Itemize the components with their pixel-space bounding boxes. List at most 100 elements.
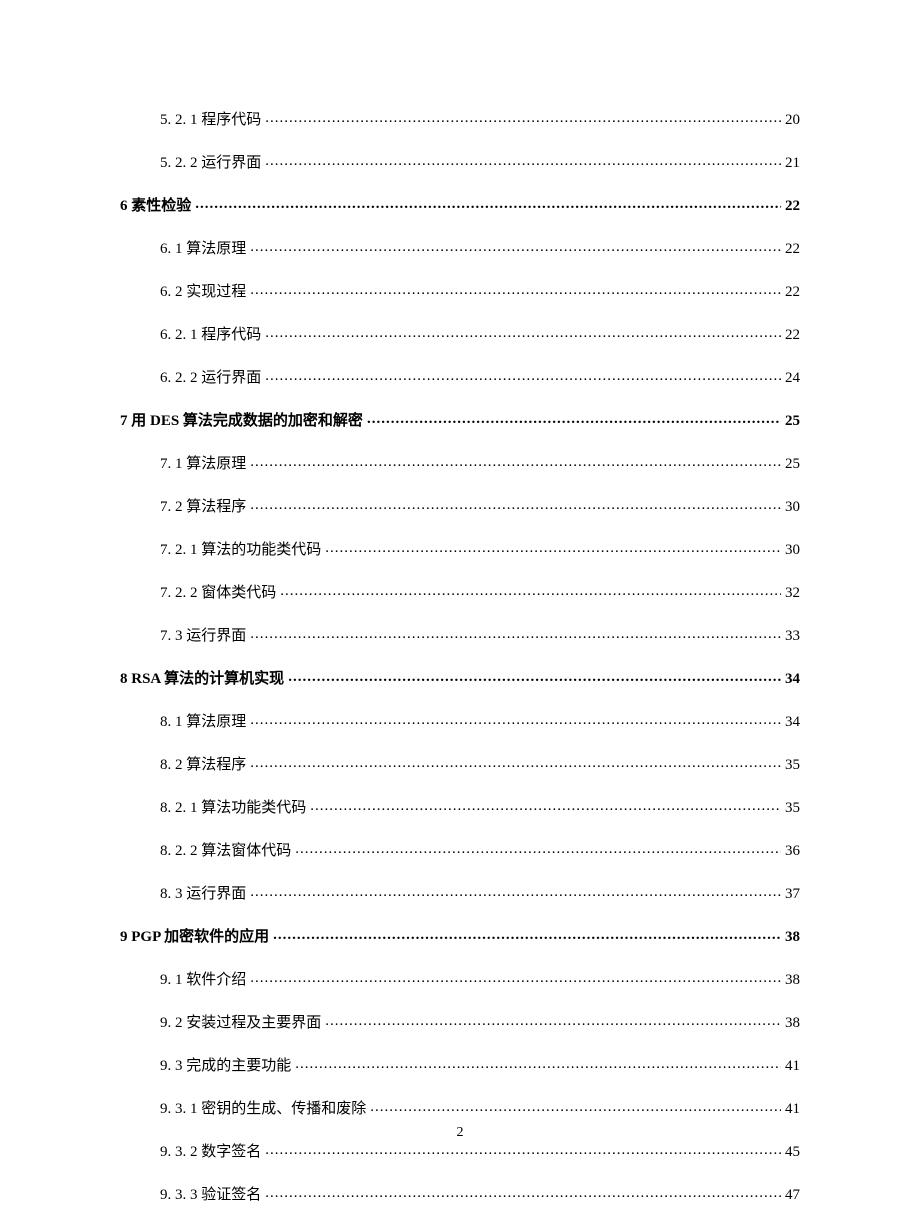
- toc-leader-dots: [265, 151, 781, 172]
- toc-entry-title: 7. 2. 2 窗体类代码: [160, 583, 280, 604]
- toc-entry-page: 34: [781, 669, 800, 690]
- toc-leader-dots: [250, 452, 781, 473]
- toc-leader-dots: [273, 925, 781, 946]
- toc-leader-dots: [280, 581, 781, 602]
- toc-entry: 9. 2 安装过程及主要界面38: [160, 1013, 800, 1034]
- toc-entry-title: 8 RSA 算法的计算机实现: [120, 669, 288, 690]
- toc-leader-dots: [265, 366, 781, 387]
- toc-entry-title: 6. 2. 2 运行界面: [160, 368, 265, 389]
- toc-entry-title: 9. 1 软件介绍: [160, 970, 250, 991]
- toc-entry-title: 9. 3. 1 密钥的生成、传播和废除: [160, 1099, 370, 1120]
- toc-entry-page: 38: [781, 1013, 800, 1034]
- toc-leader-dots: [367, 409, 781, 430]
- toc-entry: 5. 2. 1 程序代码 20: [160, 110, 800, 131]
- toc-leader-dots: [250, 710, 781, 731]
- toc-entry: 9. 1 软件介绍 38: [160, 970, 800, 991]
- toc-entry-page: 45: [781, 1142, 800, 1163]
- toc-leader-dots: [250, 882, 781, 903]
- table-of-contents: 5. 2. 1 程序代码205. 2. 2 运行界面216 素性检验226. 1…: [120, 110, 800, 1206]
- toc-entry-page: 37: [781, 884, 800, 905]
- toc-entry-page: 34: [781, 712, 800, 733]
- toc-leader-dots: [250, 753, 781, 774]
- toc-entry-page: 21: [781, 153, 800, 174]
- toc-entry: 8. 1 算法原理 34: [160, 712, 800, 733]
- toc-entry-title: 7. 3 运行界面: [160, 626, 250, 647]
- toc-entry-page: 22: [781, 196, 800, 217]
- toc-entry-page: 22: [781, 239, 800, 260]
- toc-entry: 7. 2. 1 算法的功能类代码 30: [160, 540, 800, 561]
- toc-leader-dots: [265, 1140, 781, 1161]
- toc-leader-dots: [295, 1054, 781, 1075]
- toc-entry: 7 用 DES 算法完成数据的加密和解密 25: [120, 411, 800, 432]
- toc-entry: 6. 2. 2 运行界面 24: [160, 368, 800, 389]
- toc-entry-title: 7. 1 算法原理: [160, 454, 250, 475]
- toc-entry: 8. 2. 1 算法功能类代码 35: [160, 798, 800, 819]
- toc-leader-dots: [295, 839, 781, 860]
- toc-entry-page: 41: [781, 1099, 800, 1120]
- toc-entry: 9. 3. 2 数字签名 45: [160, 1142, 800, 1163]
- toc-entry: 9. 3 完成的主要功能 41: [160, 1056, 800, 1077]
- toc-entry-title: 6. 2 实现过程: [160, 282, 250, 303]
- toc-entry-title: 8. 3 运行界面: [160, 884, 250, 905]
- toc-entry: 9 PGP 加密软件的应用 38: [120, 927, 800, 948]
- toc-entry: 7. 2. 2 窗体类代码 32: [160, 583, 800, 604]
- toc-entry-page: 22: [781, 282, 800, 303]
- toc-entry-title: 7. 2. 1 算法的功能类代码: [160, 540, 325, 561]
- toc-entry-title: 8. 2 算法程序: [160, 755, 250, 776]
- toc-entry-page: 35: [781, 755, 800, 776]
- toc-entry: 7. 1 算法原理 25: [160, 454, 800, 475]
- toc-entry-title: 6. 1 算法原理: [160, 239, 250, 260]
- toc-leader-dots: [250, 624, 781, 645]
- toc-leader-dots: [265, 108, 781, 129]
- toc-leader-dots: [310, 796, 781, 817]
- toc-entry-title: 9. 3. 2 数字签名: [160, 1142, 265, 1163]
- toc-leader-dots: [195, 194, 781, 215]
- toc-entry: 6 素性检验 22: [120, 196, 800, 217]
- toc-entry-page: 24: [781, 368, 800, 389]
- toc-entry-title: 9. 3. 3 验证签名: [160, 1185, 265, 1206]
- toc-entry-page: 38: [781, 927, 800, 948]
- toc-entry-page: 47: [781, 1185, 800, 1206]
- toc-entry-page: 25: [781, 454, 800, 475]
- toc-entry-title: 8. 2. 2 算法窗体代码: [160, 841, 295, 862]
- toc-entry: 6. 1 算法原理 22: [160, 239, 800, 260]
- toc-leader-dots: [250, 237, 781, 258]
- toc-entry: 8. 3 运行界面 37: [160, 884, 800, 905]
- toc-entry: 7. 3 运行界面 33: [160, 626, 800, 647]
- toc-leader-dots: [325, 538, 781, 559]
- toc-entry: 8. 2. 2 算法窗体代码36: [160, 841, 800, 862]
- toc-entry-title: 6 素性检验: [120, 196, 195, 217]
- toc-entry-title: 6. 2. 1 程序代码: [160, 325, 265, 346]
- toc-leader-dots: [265, 1183, 781, 1204]
- toc-entry-title: 9. 3 完成的主要功能: [160, 1056, 295, 1077]
- toc-entry-page: 38: [781, 970, 800, 991]
- toc-leader-dots: [288, 667, 781, 688]
- toc-entry: 6. 2 实现过程 22: [160, 282, 800, 303]
- toc-entry-page: 25: [781, 411, 800, 432]
- toc-leader-dots: [325, 1011, 781, 1032]
- toc-entry: 9. 3. 3 验证签名 47: [160, 1185, 800, 1206]
- toc-entry-page: 20: [781, 110, 800, 131]
- toc-entry: 6. 2. 1 程序代码22: [160, 325, 800, 346]
- toc-entry-title: 7 用 DES 算法完成数据的加密和解密: [120, 411, 367, 432]
- toc-entry: 7. 2 算法程序30: [160, 497, 800, 518]
- toc-leader-dots: [250, 495, 781, 516]
- toc-entry: 8 RSA 算法的计算机实现 34: [120, 669, 800, 690]
- toc-leader-dots: [370, 1097, 781, 1118]
- toc-entry-title: 5. 2. 2 运行界面: [160, 153, 265, 174]
- toc-entry-page: 33: [781, 626, 800, 647]
- toc-entry-title: 9 PGP 加密软件的应用: [120, 927, 273, 948]
- document-page: 5. 2. 1 程序代码205. 2. 2 运行界面216 素性检验226. 1…: [0, 0, 920, 1191]
- toc-entry-page: 32: [781, 583, 800, 604]
- toc-entry: 5. 2. 2 运行界面 21: [160, 153, 800, 174]
- toc-entry-page: 41: [781, 1056, 800, 1077]
- toc-entry-page: 30: [781, 540, 800, 561]
- toc-entry-title: 5. 2. 1 程序代码: [160, 110, 265, 131]
- page-number: 2: [0, 1125, 920, 1141]
- toc-entry-title: 8. 2. 1 算法功能类代码: [160, 798, 310, 819]
- toc-leader-dots: [250, 280, 781, 301]
- toc-entry-page: 35: [781, 798, 800, 819]
- toc-entry: 9. 3. 1 密钥的生成、传播和废除 41: [160, 1099, 800, 1120]
- toc-entry: 8. 2 算法程序 35: [160, 755, 800, 776]
- toc-entry-title: 8. 1 算法原理: [160, 712, 250, 733]
